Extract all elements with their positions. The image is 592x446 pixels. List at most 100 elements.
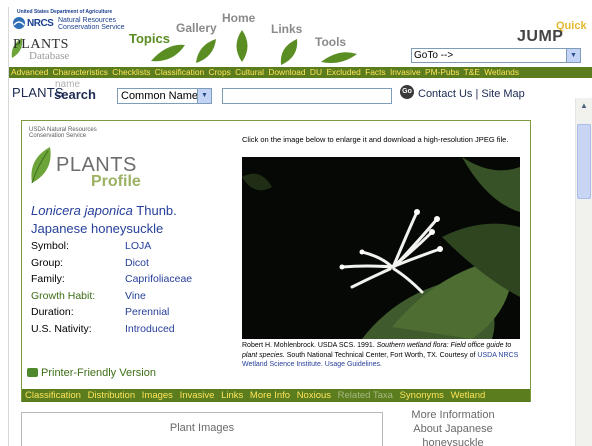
topic-link-du[interactable]: DU [310, 67, 322, 77]
topic-link-checklists[interactable]: Checklists [112, 67, 150, 77]
topic-link-download[interactable]: Download [268, 67, 305, 77]
tab-links[interactable]: Links [221, 390, 243, 401]
chevron-down-icon[interactable]: ▼ [197, 89, 211, 103]
fact-value[interactable]: Introduced [125, 323, 175, 335]
profile-nrcs-line: Conservation Service [29, 133, 87, 139]
scientific-binomial: Lonicera japonica [31, 203, 133, 218]
tab-related-taxa: Related Taxa [337, 390, 393, 401]
tools-leaf-icon[interactable] [319, 48, 359, 66]
plant-facts-table: Symbol: LOJA Group: Dicot Family: Caprif… [31, 240, 241, 339]
photo-credit: Robert H. Mohlenbrock. USDA SCS. 1991. S… [242, 341, 527, 370]
tab-distribution[interactable]: Distribution [88, 390, 136, 401]
gallery-leaf-icon[interactable] [192, 37, 220, 65]
topic-link-invasive[interactable]: Invasive [390, 67, 421, 77]
plant-photo[interactable] [242, 157, 520, 339]
scientific-name: Lonicera japonica Thunb. [31, 203, 177, 218]
tab-classification[interactable]: Classification [25, 390, 81, 401]
goto-select-value: GoTo --> [414, 50, 454, 61]
topic-link-crops[interactable]: Crops [208, 67, 230, 77]
tab-noxious[interactable]: Noxious [297, 390, 331, 401]
fact-label: U.S. Nativity: [31, 322, 92, 335]
fact-value[interactable]: Caprifoliaceae [125, 273, 192, 285]
tab-synonyms[interactable]: Synonyms [400, 390, 444, 401]
more-info-line-2: About Japanese [413, 423, 493, 435]
browser-page: United States Department of Agriculture … [8, 7, 592, 446]
profile-leaf-icon [31, 147, 51, 184]
printer-icon[interactable] [27, 368, 38, 377]
image-caption: Click on the image below to enlarge it a… [242, 135, 509, 144]
search-label: search [54, 87, 96, 102]
more-info-line-1: More Information [411, 409, 495, 421]
name-search-row: PLANTS name search Common Name ▼ Go Cont… [9, 79, 592, 104]
fact-value[interactable]: Vine [125, 290, 146, 302]
name-type-select[interactable]: Common Name ▼ [117, 88, 212, 104]
links-leaf-icon[interactable] [277, 37, 301, 67]
home-leaf-icon[interactable] [233, 28, 251, 64]
topic-link-facts[interactable]: Facts [365, 67, 385, 77]
topic-link-advanced[interactable]: Advanced [11, 67, 48, 77]
name-type-select-value: Common Name [121, 90, 199, 102]
scroll-thumb[interactable] [577, 124, 591, 199]
nav-links[interactable]: Links [271, 22, 302, 36]
topic-link-te[interactable]: T&E [464, 67, 480, 77]
contact-sitemap-links[interactable]: Contact Us | Site Map [418, 88, 525, 100]
topics-link-bar: Advanced Characteristics Checklists Clas… [9, 67, 592, 78]
plant-profile-panel: USDA Natural Resources Conservation Serv… [21, 120, 531, 402]
fact-row: Growth Habit: Vine [31, 290, 241, 307]
chevron-down-icon[interactable]: ▼ [566, 49, 580, 62]
nav-gallery[interactable]: Gallery [176, 21, 217, 35]
database-logo-text[interactable]: Database [29, 50, 69, 62]
nrcs-subtitle: Natural Resources Conservation Service [58, 17, 125, 31]
go-button[interactable]: Go [400, 85, 414, 99]
printer-friendly-label[interactable]: Printer-Friendly Version [41, 367, 156, 379]
fact-label: Duration: [31, 306, 74, 318]
fact-label: Group: [31, 256, 64, 269]
usage-guidelines-link[interactable]: Usage Guidelines. [325, 361, 382, 368]
usda-banner[interactable]: United States Department of Agriculture [17, 9, 112, 15]
printer-friendly-link[interactable]: Printer-Friendly Version [27, 367, 156, 379]
nrcs-wordmark[interactable]: NRCS [27, 18, 54, 29]
fact-value[interactable]: LOJA [125, 240, 151, 252]
nav-tools[interactable]: Tools [315, 35, 346, 49]
fact-row: Family: Caprifoliaceae [31, 273, 241, 290]
more-info-line-3: honeysuckle [422, 437, 484, 446]
topic-link-wetlands[interactable]: Wetlands [484, 67, 519, 77]
nrcs-subtitle-line-2: Conservation Service [58, 24, 125, 31]
profile-tab-bar: Classification Distribution Images Invas… [22, 389, 530, 402]
more-information-heading: More Information About Japanese honeysuc… [399, 408, 507, 446]
search-input[interactable] [222, 88, 392, 104]
plant-images-title: Plant Images [169, 422, 235, 434]
fact-row: Symbol: LOJA [31, 240, 241, 257]
fact-row: U.S. Nativity: Introduced [31, 323, 241, 340]
tab-wetland[interactable]: Wetland [451, 390, 486, 401]
goto-select[interactable]: GoTo --> ▼ [411, 48, 581, 63]
credit-author: Robert H. Mohlenbrock. USDA SCS. 1991. [242, 342, 375, 349]
site-header: United States Department of Agriculture … [9, 7, 592, 73]
nrcs-logo-icon[interactable] [12, 16, 26, 30]
scroll-up-arrow-icon[interactable]: ▲ [576, 98, 592, 114]
plant-images-panel: Plant Images [21, 412, 383, 446]
fact-row: Group: Dicot [31, 257, 241, 274]
fact-label-link[interactable]: Growth Habit: [31, 290, 95, 302]
fact-label: Symbol: [31, 240, 69, 252]
profile-subtitle: Profile [91, 173, 141, 190]
topic-link-cultural[interactable]: Cultural [235, 67, 264, 77]
fact-value[interactable]: Dicot [125, 257, 149, 269]
fact-value[interactable]: Perennial [125, 306, 169, 318]
topic-link-characteristics[interactable]: Characteristics [53, 67, 108, 77]
fact-label: Family: [31, 273, 65, 285]
nav-home[interactable]: Home [222, 11, 255, 25]
tab-images[interactable]: Images [142, 390, 173, 401]
topic-link-classification[interactable]: Classification [155, 67, 204, 77]
fact-row: Duration: Perennial [31, 306, 241, 323]
tab-more-info[interactable]: More Info [250, 390, 290, 401]
topic-link-excluded[interactable]: Excluded [326, 67, 360, 77]
tab-invasive[interactable]: Invasive [180, 390, 215, 401]
jump-label: JUMP [517, 28, 564, 45]
common-name: Japanese honeysuckle [31, 221, 164, 236]
vertical-scrollbar[interactable]: ▲ [575, 98, 592, 446]
scientific-author: Thunb. [136, 203, 177, 218]
credit-publisher: South National Technical Center, Fort Wo… [286, 351, 476, 359]
topics-leaf-icon[interactable] [149, 41, 187, 65]
topic-link-pm-pubs[interactable]: PM-Pubs [425, 67, 459, 77]
